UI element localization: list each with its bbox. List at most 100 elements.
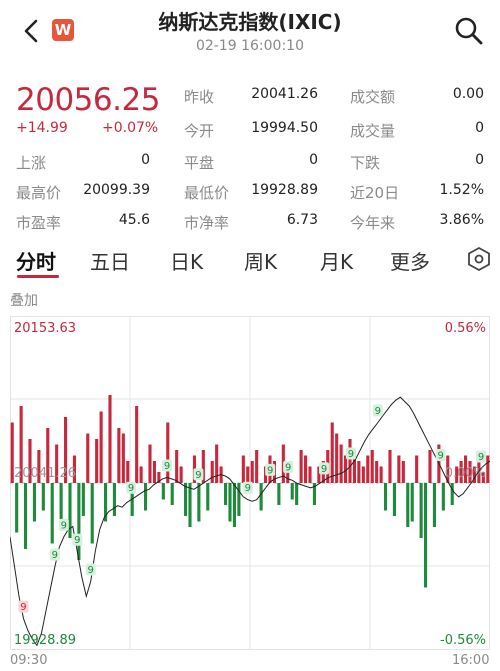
- volume-bar: [339, 444, 343, 483]
- volume-bar: [299, 450, 303, 483]
- volume-bar: [246, 466, 250, 483]
- volume-bar: [295, 483, 299, 505]
- volume-bar: [410, 483, 414, 522]
- volume-bar: [90, 483, 94, 544]
- volume-bar: [161, 483, 165, 500]
- hexagon-settings-icon: [468, 246, 490, 272]
- volume-bar: [379, 466, 383, 483]
- intraday-chart[interactable]: 9999999999 9 9999 9 20153.63 0.56% 20041.26…: [10, 316, 490, 650]
- svg-text:9: 9: [20, 602, 26, 613]
- signal-marker: 9: [435, 449, 446, 462]
- volume-bar: [330, 422, 334, 483]
- tab-monthly-k[interactable]: 月K: [320, 246, 353, 275]
- chart-settings-button[interactable]: [466, 246, 492, 272]
- signal-marker: 9: [58, 518, 69, 531]
- tab-more[interactable]: 更多: [390, 246, 430, 275]
- volume-bar: [95, 439, 99, 483]
- volume-bar: [415, 455, 419, 483]
- volume-bar: [428, 450, 432, 483]
- pb-value: 6.73: [286, 212, 318, 228]
- tab-weekly-k[interactable]: 周K: [244, 246, 277, 275]
- day20-label: 近20日: [350, 184, 400, 202]
- volume-bar: [166, 422, 170, 483]
- volume-bar: [348, 439, 352, 483]
- volume-bar: [148, 444, 152, 483]
- volume-bar: [232, 483, 236, 527]
- volume-bar: [32, 483, 36, 522]
- volume-bar: [392, 483, 396, 516]
- prev-close-value: 20041.26: [251, 86, 318, 102]
- time-start-label: 09:30: [10, 653, 48, 668]
- volume-bar: [424, 483, 428, 588]
- volume-bar: [370, 450, 374, 483]
- volume-bar: [224, 483, 228, 505]
- active-tab-indicator: [17, 275, 59, 278]
- svg-text:9: 9: [285, 462, 291, 473]
- signal-marker: 9: [193, 468, 204, 481]
- volume-bar: [175, 450, 179, 483]
- volume-bar: [357, 461, 361, 483]
- volume-bar: [144, 483, 148, 511]
- search-button[interactable]: [452, 14, 486, 48]
- volume-bar: [419, 483, 423, 538]
- up-label: 上涨: [16, 154, 47, 172]
- y-mid-label: 20041.26: [14, 466, 76, 481]
- volume-bar: [432, 483, 436, 527]
- tab-daily-k[interactable]: 日K: [170, 246, 203, 275]
- volume-bar: [255, 450, 259, 483]
- volume-bar: [397, 455, 401, 483]
- volume-bar: [81, 483, 85, 516]
- volume-bar: [228, 483, 232, 522]
- turnover-value: 0.00: [452, 86, 484, 102]
- change-value: +14.99: [16, 120, 68, 136]
- volume-bar: [135, 406, 139, 483]
- pct-top-label: 0.56%: [445, 321, 486, 336]
- tab-intraday[interactable]: 分时: [16, 246, 56, 275]
- volume-bar: [441, 483, 445, 511]
- current-price: 20056.25: [16, 82, 160, 118]
- volume-bar: [210, 461, 214, 483]
- signal-marker: 9: [372, 404, 383, 417]
- volume-bar: [486, 455, 490, 483]
- overlay-label: 叠加: [10, 293, 38, 309]
- svg-text:9: 9: [52, 550, 58, 561]
- volume-bar: [179, 466, 183, 483]
- signal-marker: 9: [476, 450, 487, 463]
- change-percent: +0.07%: [102, 120, 159, 136]
- y-bottom-label: 19928.89: [14, 633, 76, 648]
- svg-text:9: 9: [61, 520, 67, 531]
- volume-bar: [121, 433, 125, 483]
- svg-text:9: 9: [348, 449, 354, 460]
- volume-bar: [375, 461, 379, 483]
- signal-marker: 9: [162, 459, 173, 472]
- volume-bar: [308, 466, 312, 483]
- svg-text:9: 9: [74, 535, 80, 546]
- signal-marker: 9: [283, 460, 294, 473]
- volume-bar: [112, 483, 116, 516]
- up-value: 0: [141, 152, 150, 168]
- volume-bar: [24, 483, 28, 549]
- volume-bar: [188, 483, 192, 527]
- volume-bar: [184, 483, 188, 516]
- volume-bar: [384, 483, 388, 511]
- tab-five-day[interactable]: 五日: [90, 246, 130, 275]
- volume-bar: [170, 483, 174, 505]
- pb-label: 市净率: [184, 214, 230, 232]
- volume-bar: [366, 455, 370, 483]
- high-value: 20099.39: [83, 182, 150, 198]
- down-label: 下跌: [350, 154, 381, 172]
- flat-value: 0: [309, 152, 318, 168]
- volume-bar: [117, 428, 121, 483]
- volume-bar: [237, 483, 241, 516]
- svg-text:9: 9: [128, 483, 134, 494]
- page-title: 纳斯达克指数(IXIC): [158, 10, 342, 34]
- prev-close-label: 昨收: [184, 88, 215, 106]
- volume-bar: [99, 411, 103, 483]
- svg-text:9: 9: [478, 452, 484, 463]
- volume-bar: [250, 461, 254, 483]
- volume-bar: [361, 466, 365, 483]
- svg-text:9: 9: [267, 465, 273, 476]
- volume-bar: [86, 433, 90, 483]
- day20-value: 1.52%: [439, 182, 484, 198]
- volume-bar: [304, 455, 308, 483]
